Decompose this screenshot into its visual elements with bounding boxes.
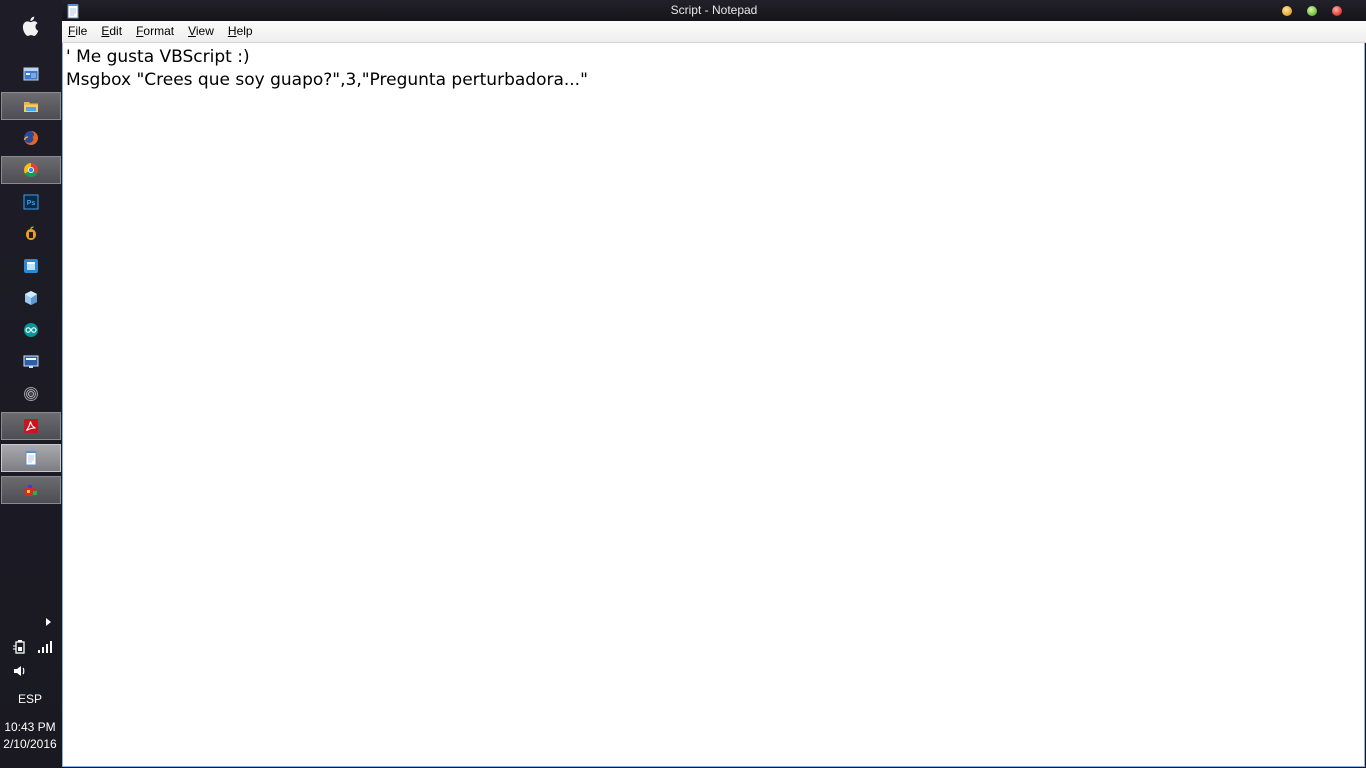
taskbar-app-fl-studio[interactable] [1,220,61,248]
taskbar-app-photoshop[interactable]: Ps [1,188,61,216]
editor-line-1[interactable]: ' Me gusta VBScript :) [63,46,1364,69]
menu-view-accel: V [188,24,196,38]
menu-file[interactable]: File [62,21,94,42]
menu-edit-rest: dit [109,24,123,38]
menu-bar: File Edit Format View Help [62,21,1366,43]
taskbar-app-explorer[interactable] [1,92,61,120]
chrome-icon [24,163,38,177]
taskbar-app-chrome[interactable] [1,156,61,184]
photoshop-icon: Ps [23,194,39,210]
monitor-app-icon [23,355,39,368]
taskbar-app-notepad[interactable] [1,444,61,472]
notepad-icon [25,451,37,466]
apple-icon[interactable] [21,15,41,37]
window-title: Script - Notepad [670,3,758,17]
cube-app-icon [25,291,37,305]
menu-view[interactable]: View [181,21,221,42]
tray-expand-icon[interactable] [44,617,52,627]
menu-view-rest: iew [195,24,214,38]
taskbar: Ps ESP 10:43 PM 2/10/2016 [0,0,63,768]
taskbar-app-cube[interactable] [1,284,61,312]
toolbox-app-icon [25,485,37,496]
menu-help[interactable]: Help [221,21,260,42]
window-app-icon [24,259,38,273]
menu-format-rest: ormat [143,24,175,38]
arduino-icon [24,323,38,337]
taskbar-app-toolbox[interactable] [1,476,61,504]
menu-file-rest: ile [75,24,88,38]
taskbar-app-arduino[interactable] [1,316,61,344]
menu-help-accel: H [227,24,237,38]
close-button[interactable] [1332,6,1342,16]
minimize-button[interactable] [1282,6,1292,16]
firefox-icon [23,130,39,145]
clock[interactable]: 10:43 PM 2/10/2016 [0,719,60,753]
battery-icon[interactable] [12,639,28,655]
taskbar-app-firefox[interactable] [1,124,61,152]
file-explorer-icon [24,102,38,112]
clock-date: 2/10/2016 [3,737,57,751]
fl-studio-icon [26,226,36,240]
clock-time: 10:43 PM [4,720,56,734]
photoshop-label: Ps [27,200,36,207]
menu-format[interactable]: Format [129,21,181,42]
signal-icon[interactable] [37,640,53,654]
text-editor[interactable]: ' Me gusta VBScript :) Msgbox "Crees que… [62,43,1365,767]
maximize-button[interactable] [1307,6,1317,16]
menu-help-rest: elp [236,24,253,38]
menu-edit[interactable]: Edit [94,21,129,42]
desktop-window-icon [23,67,39,81]
window-titlebar[interactable]: Script - Notepad [62,0,1366,21]
taskbar-app-desktop[interactable] [1,60,61,88]
volume-icon[interactable] [12,663,28,679]
taskbar-app-window[interactable] [1,252,61,280]
editor-line-2[interactable]: Msgbox "Crees que soy guapo?",3,"Pregunt… [63,69,1364,92]
acrobat-icon [24,419,38,433]
taskbar-app-acrobat[interactable] [1,412,61,440]
language-indicator[interactable]: ESP [0,692,60,706]
taskbar-app-monitor[interactable] [1,348,61,376]
taskbar-app-spiral[interactable] [1,380,61,408]
spiral-app-icon [24,387,38,401]
